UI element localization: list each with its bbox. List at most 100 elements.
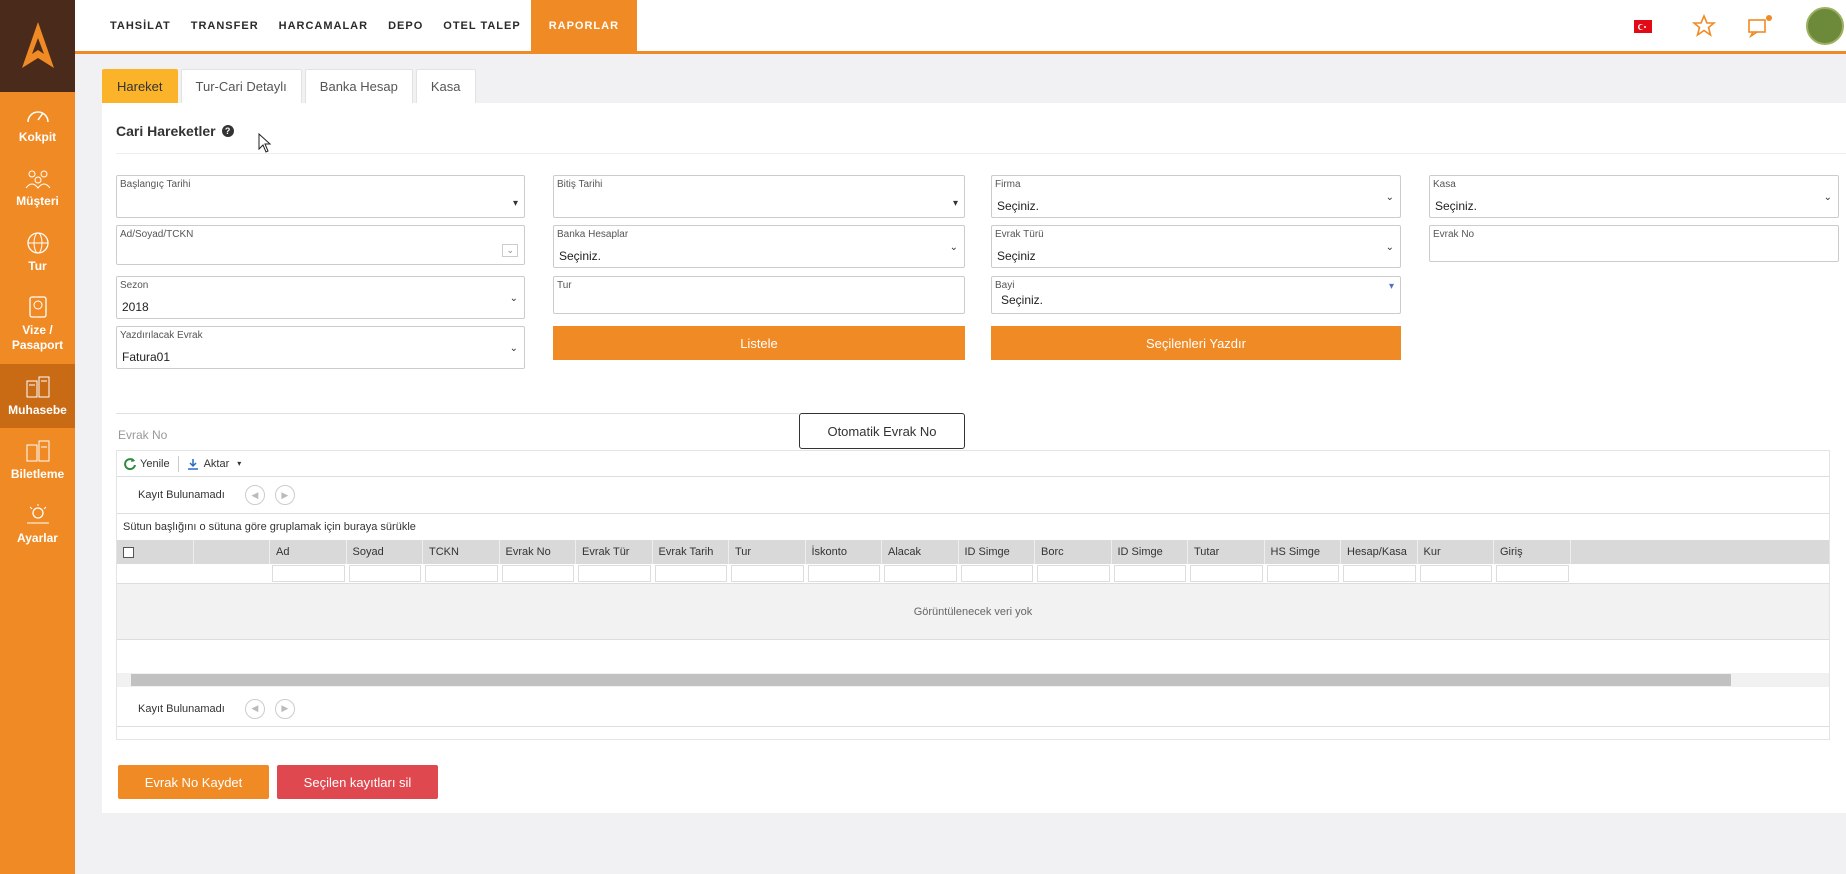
chevron-down-icon[interactable]: ⌄ [1824,192,1832,203]
prev-page-icon[interactable]: ◀ [244,485,265,505]
filter-cell[interactable] [270,564,347,583]
nav-transfer[interactable]: TRANSFER [181,0,269,51]
auto-document-no-button[interactable]: Otomatik Evrak No [799,413,965,449]
app-logo[interactable] [0,0,75,92]
select-all-checkbox[interactable] [117,540,194,564]
chevron-down-icon[interactable]: ⌄ [502,244,518,257]
filter-cell[interactable] [1188,564,1265,583]
nav-tahsilat[interactable]: TAHSİLAT [100,0,181,51]
print-selected-button[interactable]: Seçilenleri Yazdır [991,326,1401,360]
export-button[interactable]: Aktar ▾ [187,458,241,470]
star-icon[interactable] [1692,13,1716,38]
filter-cell[interactable] [882,564,959,583]
filter-input[interactable] [348,565,421,582]
filter-input[interactable] [1190,565,1263,582]
filter-cell[interactable] [347,564,424,583]
column-header[interactable]: Evrak Tür [576,540,653,564]
next-page-icon[interactable]: ▶ [274,698,295,719]
dealer-select[interactable]: Bayi Seçiniz. ▾ [991,276,1401,314]
filter-cell[interactable] [959,564,1036,583]
filter-input[interactable] [731,565,804,582]
chevron-down-icon[interactable]: ⌄ [1386,242,1394,253]
filter-input[interactable] [1343,565,1416,582]
filter-cell[interactable] [1265,564,1342,583]
filter-input[interactable] [884,565,957,582]
nav-raporlar[interactable]: RAPORLAR [530,0,638,51]
filter-cell[interactable] [806,564,883,583]
tab-kasa[interactable]: Kasa [415,69,476,103]
bank-accounts-select[interactable]: Banka Hesaplar Seçiniz. ⌄ [553,225,965,268]
filter-input[interactable] [272,565,345,582]
column-header[interactable]: Soyad [347,540,423,564]
document-no-input[interactable]: Evrak No [116,413,799,447]
help-icon[interactable]: ? [221,125,234,137]
print-document-select[interactable]: Yazdırılacak Evrak Fatura01 ⌄ [116,326,525,369]
filter-cell[interactable] [500,564,577,583]
sidebar-item-ayarlar[interactable]: Ayarlar [0,492,75,556]
filter-input[interactable] [1266,565,1339,582]
avatar[interactable] [1806,6,1844,45]
chevron-down-icon[interactable]: ⌄ [1386,192,1394,203]
tour-field[interactable]: Tur [553,276,965,314]
sidebar-item-tur[interactable]: Tur [0,220,75,284]
column-header[interactable]: Hesap/Kasa [1341,540,1418,564]
filter-cell[interactable] [1341,564,1418,583]
filter-input[interactable] [1113,565,1186,582]
column-header[interactable]: Kur [1418,540,1494,564]
column-header[interactable]: Giriş [1494,540,1571,564]
filter-cell[interactable] [1494,564,1571,583]
nav-harcamalar[interactable]: HARCAMALAR [269,0,378,51]
end-date-field[interactable]: Bitiş Tarihi ▾ [553,175,965,218]
messages-icon[interactable] [1746,14,1774,38]
season-select[interactable]: Sezon 2018 ⌄ [116,276,525,319]
tab-banka-hesap[interactable]: Banka Hesap [304,69,413,103]
filter-input[interactable] [578,565,651,582]
delete-selected-button[interactable]: Seçilen kayıtları sil [277,765,438,799]
column-header[interactable]: Alacak [882,540,959,564]
chevron-down-icon[interactable]: ⌄ [950,242,958,253]
filter-cell[interactable] [1418,564,1495,583]
column-header[interactable]: Evrak Tarih [653,540,729,564]
filter-cell[interactable] [576,564,653,583]
filter-cell[interactable] [653,564,730,583]
filter-input[interactable] [1419,565,1492,582]
column-header[interactable]: Tur [729,540,806,564]
next-page-icon[interactable]: ▶ [274,485,295,505]
column-header[interactable]: ID Simge [959,540,1035,564]
column-header[interactable]: ID Simge [1112,540,1188,564]
column-header[interactable]: Evrak No [500,540,576,564]
filter-cell[interactable] [1112,564,1189,583]
kasa-select[interactable]: Kasa Seçiniz. ⌄ [1429,175,1839,218]
column-header[interactable]: Borc [1035,540,1112,564]
list-button[interactable]: Listele [553,326,965,360]
nav-depo[interactable]: DEPO [378,0,433,51]
group-panel[interactable]: Sütun başlığını o sütuna göre gruplamak … [117,514,1829,540]
filter-input[interactable] [654,565,727,582]
sidebar-item-kokpit[interactable]: Kokpit [0,92,75,156]
prev-page-icon[interactable]: ◀ [244,698,265,719]
horizontal-scrollbar[interactable] [117,673,1829,687]
sidebar-item-musteri[interactable]: Müşteri [0,156,75,220]
document-no-field[interactable]: Evrak No [1429,225,1839,262]
chevron-down-icon[interactable]: ⌄ [510,343,518,354]
scrollbar-thumb[interactable] [131,674,1731,686]
filter-input[interactable] [807,565,880,582]
start-date-field[interactable]: Başlangıç Tarihi ▾ [116,175,525,218]
column-header[interactable]: Tutar [1188,540,1265,564]
turkish-flag-icon[interactable] [1634,19,1652,33]
nav-otel-talep[interactable]: OTEL TALEP [433,0,530,51]
column-header[interactable] [194,540,270,564]
caret-down-icon[interactable]: ▾ [953,198,958,209]
filter-input[interactable] [501,565,574,582]
chevron-down-icon[interactable]: ⌄ [510,293,518,304]
filter-cell[interactable] [423,564,500,583]
column-header[interactable]: Ad [270,540,347,564]
filter-input[interactable] [425,565,498,582]
caret-down-icon[interactable]: ▾ [513,198,518,209]
filter-input[interactable] [1496,565,1569,582]
filter-input[interactable] [960,565,1033,582]
column-header[interactable]: TCKN [423,540,500,564]
sidebar-item-biletleme[interactable]: Biletleme [0,428,75,492]
name-tckn-field[interactable]: Ad/Soyad/TCKN ⌄ [116,225,525,265]
checkbox[interactable] [123,546,134,558]
